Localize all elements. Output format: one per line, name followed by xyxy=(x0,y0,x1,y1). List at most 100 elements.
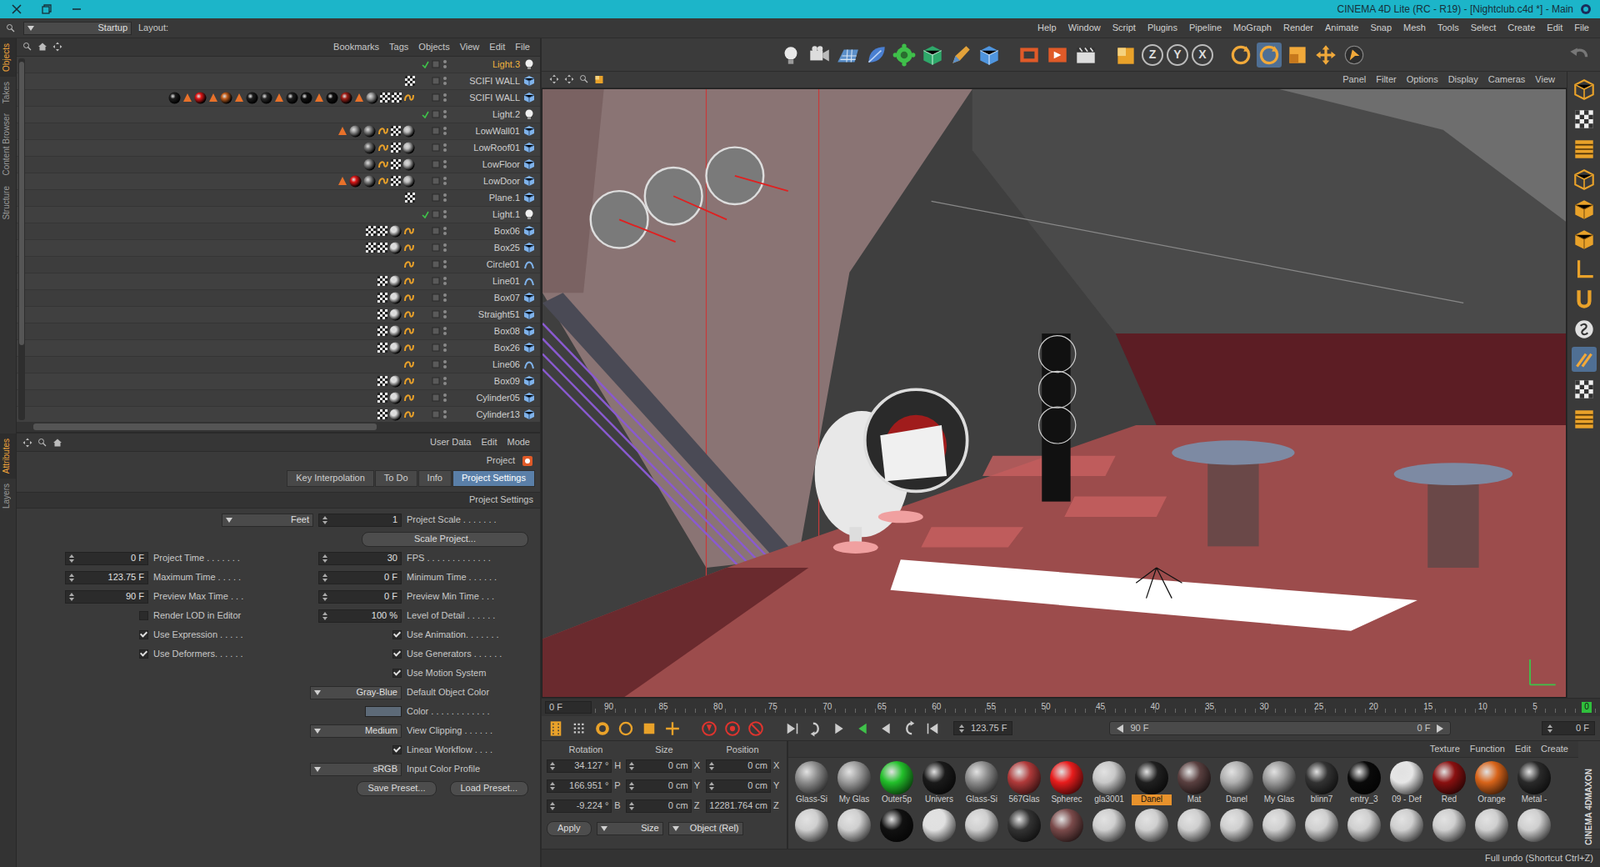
phong-tag-icon[interactable] xyxy=(377,142,390,153)
enabled-check-icon[interactable] xyxy=(421,294,430,302)
enabled-check-icon[interactable] xyxy=(421,94,430,102)
material-swatch[interactable] xyxy=(919,808,960,842)
number-field[interactable]: 1 xyxy=(318,513,402,527)
number-field[interactable]: 0 F xyxy=(318,590,402,604)
nextkey-icon[interactable] xyxy=(806,719,825,738)
phong-tag-icon[interactable] xyxy=(377,159,390,170)
dropdown[interactable]: Gray-Blue xyxy=(310,685,402,700)
layer-box-icon[interactable] xyxy=(431,276,440,285)
material-tag-icon[interactable] xyxy=(349,175,362,188)
material-swatch[interactable] xyxy=(834,808,875,842)
snapcircle-icon[interactable] xyxy=(1571,316,1597,342)
material-tag-icon[interactable] xyxy=(363,158,376,171)
material-name[interactable]: Mat xyxy=(1174,794,1215,805)
polygon-object-icon[interactable] xyxy=(523,391,535,404)
checkbox[interactable] xyxy=(392,745,402,755)
material-preview[interactable] xyxy=(1475,760,1509,795)
polygon-object-icon[interactable] xyxy=(523,158,535,170)
material-preview[interactable] xyxy=(1390,808,1424,842)
object-name[interactable]: Light.3 xyxy=(450,59,524,71)
layout-dropdown[interactable]: Startup xyxy=(23,21,132,35)
material-swatch[interactable]: Danel xyxy=(1131,760,1172,805)
menu-item[interactable]: File xyxy=(1568,22,1595,35)
enabled-check-icon[interactable] xyxy=(421,360,430,369)
object-row[interactable]: SCIFI WALL xyxy=(16,73,540,90)
texture-tag-icon[interactable] xyxy=(405,192,415,203)
enabled-check-icon[interactable] xyxy=(421,377,430,385)
number-field[interactable]: 0 F xyxy=(65,551,149,565)
spinner-icon[interactable] xyxy=(322,515,328,525)
material-tag-icon[interactable] xyxy=(220,91,233,105)
enabled-check-icon[interactable] xyxy=(421,310,430,319)
material-name[interactable]: gla3001 xyxy=(1089,794,1130,805)
material-tag-icon[interactable] xyxy=(389,391,402,405)
object-row[interactable]: Box26 xyxy=(16,340,540,357)
texture-tag-icon[interactable] xyxy=(390,159,401,170)
polygon-object-icon[interactable] xyxy=(523,308,535,320)
number-field[interactable]: 0 F xyxy=(318,570,402,585)
number-field[interactable]: 100 % xyxy=(318,609,402,623)
material-tag-icon[interactable] xyxy=(168,91,181,105)
end-frame-field[interactable]: 123.75 F xyxy=(953,720,1013,736)
selection-tag-icon[interactable] xyxy=(314,92,325,103)
coordinate-field[interactable]: 0 cm xyxy=(625,799,691,813)
minimize-icon[interactable] xyxy=(71,4,82,15)
spinner-icon[interactable] xyxy=(550,800,555,811)
material-swatch[interactable] xyxy=(1004,808,1045,842)
texture-tag-icon[interactable] xyxy=(377,275,388,286)
layer-box-icon[interactable] xyxy=(431,210,440,219)
restore-icon[interactable] xyxy=(41,4,52,15)
menu-item[interactable]: Help xyxy=(1031,22,1063,35)
menu-item[interactable]: File xyxy=(510,41,535,54)
light-icon[interactable] xyxy=(523,108,535,120)
cursor-icon[interactable] xyxy=(1341,42,1367,68)
enabled-check-icon[interactable] xyxy=(421,210,430,219)
menu-item[interactable]: Snap xyxy=(1364,22,1398,35)
mode-icon[interactable] xyxy=(593,73,605,85)
material-tag-icon[interactable] xyxy=(349,125,362,138)
spline-icon[interactable] xyxy=(523,358,535,370)
layer-box-icon[interactable] xyxy=(431,110,440,119)
spinner-icon[interactable] xyxy=(629,800,635,811)
material-tag-icon[interactable] xyxy=(325,91,339,105)
layer-box-icon[interactable] xyxy=(431,343,440,352)
texture-tag-icon[interactable] xyxy=(390,175,401,186)
spinner-icon[interactable] xyxy=(629,780,635,791)
size-mode-dropdown[interactable]: Size xyxy=(596,821,664,835)
dock-tab[interactable]: Structure xyxy=(0,180,16,225)
render-icon[interactable] xyxy=(1016,42,1042,68)
renderview-icon[interactable] xyxy=(1045,42,1070,68)
material-preview[interactable] xyxy=(965,760,999,795)
object-row[interactable]: Circle01 xyxy=(16,256,540,274)
material-preview[interactable] xyxy=(1092,808,1126,842)
material-name[interactable]: 09 - Def xyxy=(1386,794,1427,805)
spinner-icon[interactable] xyxy=(550,780,555,791)
object-name[interactable]: LowWall01 xyxy=(450,125,524,138)
texture-tag-icon[interactable] xyxy=(377,309,388,320)
texture-tag-icon[interactable] xyxy=(377,325,388,336)
object-row[interactable]: Plane.1 xyxy=(16,190,540,207)
dock-tab[interactable]: Attributes xyxy=(0,433,16,479)
material-swatch[interactable] xyxy=(1089,808,1130,842)
selection-tag-icon[interactable] xyxy=(337,125,348,136)
material-tag-icon[interactable] xyxy=(402,175,415,188)
dots-icon[interactable] xyxy=(570,719,589,738)
checkbox[interactable] xyxy=(139,630,149,640)
viewport[interactable] xyxy=(541,88,1567,698)
object-name[interactable]: Straight51 xyxy=(450,309,524,321)
polygon-object-icon[interactable] xyxy=(523,241,535,254)
mode-icon[interactable] xyxy=(1113,42,1139,68)
dropdown[interactable]: Medium xyxy=(310,724,402,738)
material-preview[interactable] xyxy=(965,808,999,842)
material-swatch[interactable]: Outer5p xyxy=(876,760,917,805)
material-preview[interactable] xyxy=(1007,808,1041,842)
spinner-icon[interactable] xyxy=(322,591,328,602)
material-swatch[interactable]: blinn7 xyxy=(1301,760,1342,805)
material-swatch[interactable]: Glass-Si xyxy=(961,760,1002,805)
spinner-icon[interactable] xyxy=(959,723,965,734)
clapper-icon[interactable] xyxy=(1073,42,1099,68)
frame-tick[interactable]: 45 xyxy=(1095,701,1106,713)
rec3-icon[interactable] xyxy=(746,719,765,738)
horizontal-scrollbar[interactable] xyxy=(16,421,540,432)
menu-item[interactable]: Edit xyxy=(484,41,510,54)
